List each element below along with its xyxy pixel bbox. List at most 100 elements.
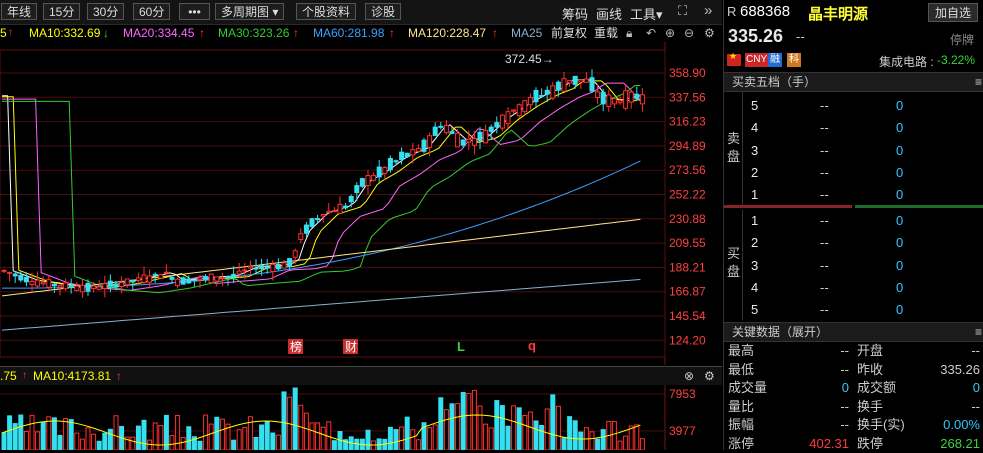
volume-bar (628, 425, 634, 450)
keydata-v2: -- (971, 343, 980, 358)
volume-bar (74, 432, 80, 450)
menu-icon[interactable]: ≡ (975, 73, 982, 91)
period-year-button[interactable]: 年线 (1, 3, 38, 20)
more-periods-button[interactable]: ••• (179, 3, 210, 20)
volume-bar (393, 429, 399, 450)
candle-body (57, 284, 63, 288)
collapse-panel-icon[interactable]: » (704, 2, 712, 19)
volume-bar (460, 391, 466, 450)
arrow-up-icon: ↑ (492, 26, 498, 40)
tools-dropdown[interactable]: 工具▾ (630, 4, 663, 23)
volume-bar (29, 414, 35, 450)
fullscreen-icon[interactable]: ⛶ (678, 3, 687, 19)
level-number: 4 (751, 120, 759, 136)
volume-bar (169, 435, 175, 450)
period-15m-button[interactable]: 15分 (43, 3, 81, 20)
zoom-out-icon[interactable]: ⊖ (684, 24, 694, 42)
level-price: -- (820, 187, 829, 203)
ma-lines (1, 79, 641, 331)
overlay-button[interactable]: 重载 (594, 24, 618, 42)
marker-finance[interactable]: 财 (345, 340, 357, 354)
period-60m-button[interactable]: 60分 (133, 3, 171, 20)
volume-bar (600, 429, 606, 450)
plot-border (0, 49, 666, 358)
orderbook-header[interactable]: 买卖五档（手） ≡ (724, 72, 983, 92)
lock-icon[interactable]: 🔒︎ (626, 24, 632, 42)
multi-period-label: 多周期图 (221, 5, 270, 19)
candle-body (483, 129, 489, 144)
volume-bar (567, 416, 573, 450)
candle-body (539, 94, 545, 97)
keydata-l1: 振幅 (728, 417, 755, 433)
candle-body (427, 135, 433, 148)
candle-body (102, 283, 108, 289)
volume-bar (253, 436, 259, 450)
china-flag-icon: ★ (727, 51, 741, 66)
period-30m-button[interactable]: 30分 (87, 3, 125, 20)
forward-adjust-button[interactable]: 前复权 (551, 24, 587, 42)
buy-level-row[interactable]: 4 -- 0 (724, 277, 983, 299)
multi-period-dropdown[interactable]: 多周期图 ▾ (215, 3, 285, 20)
marker-l[interactable]: L (457, 339, 465, 354)
zoom-in-icon[interactable]: ⊕ (665, 24, 675, 42)
buy-level-row[interactable]: 1 -- 0 (724, 210, 983, 232)
candle-body (449, 131, 455, 134)
quote-panel: R 688368 晶丰明源 加自选 335.26 -- 停牌 ★ CNY 融 科… (723, 0, 983, 451)
buy-level-row[interactable]: 5 -- 0 (724, 299, 983, 321)
volume-bar (477, 405, 483, 450)
marker-q[interactable]: q (528, 338, 536, 353)
candle-body (35, 279, 41, 287)
candle-body (91, 285, 97, 289)
candle-body (623, 90, 629, 109)
sell-level-row[interactable]: 1 -- 0 (724, 184, 983, 206)
marker-rank[interactable]: 榜 (290, 339, 302, 354)
gear-icon[interactable]: ⚙ (704, 24, 715, 42)
volume-bar (203, 414, 209, 450)
candle-body (544, 89, 550, 95)
candlestick-chart[interactable]: 358.90 337.56 316.23 294.89 273.56 252.22 230.… (0, 42, 722, 365)
stock-info-button[interactable]: 个股资料 (296, 3, 357, 20)
close-icon[interactable]: ⊗ (684, 367, 694, 385)
gear-icon[interactable]: ⚙ (704, 367, 715, 385)
keydata-v1: 402.31 (809, 436, 849, 451)
draw-line-button[interactable]: 画线 (596, 4, 622, 23)
candle-body (7, 271, 13, 274)
sell-level-row[interactable]: 5 -- 0 (724, 95, 983, 117)
volume-bar (511, 405, 517, 450)
volume-bar (141, 419, 147, 450)
volume-bar (51, 417, 57, 450)
keydata-row: 成交量 0 成交额 0 (724, 379, 983, 397)
undo-icon[interactable]: ↶ (646, 24, 656, 42)
diagnose-button[interactable]: 诊股 (365, 3, 402, 20)
candle-body (208, 273, 214, 284)
level-volume: 0 (896, 120, 904, 136)
volume-bar (270, 432, 276, 450)
buy-level-row[interactable]: 2 -- 0 (724, 232, 983, 254)
candle-body (404, 152, 410, 158)
price-tick: 294.89 (669, 139, 706, 153)
volume-bar (107, 428, 113, 450)
ma20-line (2, 82, 641, 291)
volume-bar (275, 434, 281, 450)
sell-level-row[interactable]: 3 -- 0 (724, 140, 983, 162)
keydata-header[interactable]: 关键数据（展开） ≡ (724, 322, 983, 342)
candle-body (163, 271, 169, 274)
volume-bar (102, 432, 108, 450)
price-tick: 358.90 (669, 66, 706, 80)
sell-level-row[interactable]: 4 -- 0 (724, 117, 983, 139)
candle-body (505, 111, 511, 125)
sell-level-row[interactable]: 2 -- 0 (724, 162, 983, 184)
candle-body (264, 266, 270, 269)
price-tick: 166.87 (669, 285, 706, 299)
chips-button[interactable]: 筹码 (562, 4, 588, 23)
menu-icon[interactable]: ≡ (975, 323, 982, 341)
sector-label[interactable]: 集成电路 : (879, 53, 934, 70)
level-price: -- (820, 235, 829, 251)
buy-level-row[interactable]: 3 -- 0 (724, 255, 983, 277)
candle-body (572, 75, 578, 85)
candle-body (555, 81, 561, 91)
add-favorite-button[interactable]: 加自选 (928, 3, 978, 22)
level-volume: 0 (896, 235, 904, 251)
candle-body (135, 277, 141, 281)
volume-chart[interactable]: 7953 3977 (0, 385, 722, 450)
